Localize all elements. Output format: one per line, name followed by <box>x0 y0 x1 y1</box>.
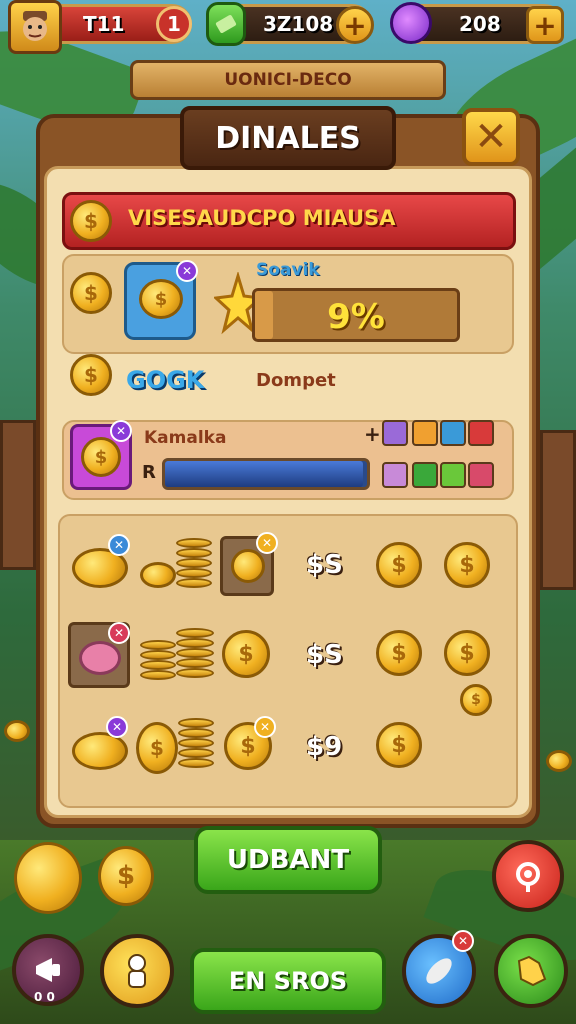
mana-fill <box>165 461 363 487</box>
progress-percent: 9% <box>327 297 385 337</box>
add-gems-button[interactable]: + <box>526 6 564 44</box>
offer-reward-coin-icon: $ <box>444 630 490 676</box>
mana-plus-icon: + <box>364 422 381 446</box>
collect-button-label: UDBANT <box>226 845 350 875</box>
mana-label: Kamalka <box>144 428 227 448</box>
booster-icon[interactable] <box>468 462 494 488</box>
secondary-button[interactable]: EN SROS <box>190 948 386 1014</box>
coin-shortcut-button[interactable] <box>14 842 82 914</box>
coin-stack-icon <box>140 562 176 588</box>
booster-icon[interactable] <box>440 462 466 488</box>
collect-button[interactable]: UDBANT <box>194 826 382 894</box>
offer-gem-badge: ✕ <box>256 532 278 554</box>
player-avatar-icon[interactable] <box>8 0 62 54</box>
map-button[interactable] <box>494 934 568 1008</box>
add-cash-plus: + <box>343 8 367 42</box>
offer-row[interactable]: ✕ $ $S $ $ $ <box>66 618 510 716</box>
offer-reward-coin-icon: $ <box>376 542 422 588</box>
mana-row-prefix: R <box>142 462 156 483</box>
cash-icon <box>206 2 246 46</box>
offer-price: $9 <box>306 732 343 762</box>
rocket-badge: ✕ <box>452 930 474 952</box>
secondary-button-label: EN SROS <box>228 967 348 995</box>
gem-icon <box>390 2 432 44</box>
offer-coin-icon: $ <box>136 722 178 774</box>
coin-row-icon: $ <box>70 354 112 396</box>
coin-stack-icon <box>178 718 214 770</box>
megaphone-icon <box>36 958 60 982</box>
offer-gem-badge: ✕ <box>108 622 130 644</box>
booster-icon[interactable] <box>440 420 466 446</box>
map-icon <box>517 955 547 987</box>
close-icon: ✕ <box>474 114 508 160</box>
lives-count: 1 <box>167 12 181 36</box>
booster-icon[interactable] <box>412 462 438 488</box>
booster-icon[interactable] <box>382 462 408 488</box>
add-gems-plus: + <box>533 8 557 42</box>
cash-value: 3Z108 <box>263 12 334 36</box>
offer-price: $S <box>306 640 343 670</box>
progress-label: Soavik <box>256 260 320 280</box>
target-button[interactable] <box>492 840 564 912</box>
coin-stack-icon <box>176 628 214 680</box>
coin-stack-icon <box>140 640 176 680</box>
offer-gem-badge: ✕ <box>108 534 130 556</box>
gems-value: 208 <box>459 12 501 36</box>
offer-coin-icon: $ <box>222 630 270 678</box>
hud-level-text: T11 <box>83 12 125 36</box>
mana-bar <box>162 458 370 490</box>
panel-title-plate: DINALES <box>180 106 396 170</box>
coin-stack-icon <box>176 538 212 590</box>
ribbon-text: VISESAUDCPO MIAUSA <box>128 206 396 230</box>
progress-coin-icon: $ <box>70 272 112 314</box>
ground-coin-icon <box>546 750 572 772</box>
add-cash-button[interactable]: + <box>336 6 374 44</box>
close-button[interactable]: ✕ <box>462 108 520 166</box>
offer-reward-coin-icon: $ <box>376 630 422 676</box>
ribbon-coin-icon: $ <box>70 200 112 242</box>
offer-gem-badge: ✕ <box>254 716 276 738</box>
mana-gem-badge: ✕ <box>110 420 132 442</box>
coin-row-label: Dompet <box>256 370 336 391</box>
character-icon <box>128 954 146 988</box>
event-banner-text: UONICI-DECO <box>224 70 352 90</box>
booster-icon[interactable] <box>382 420 408 446</box>
coin-shortcut-button[interactable]: $ <box>98 846 154 906</box>
offer-reward-coin-icon: $ <box>376 722 422 768</box>
ground-coin-icon <box>4 720 30 742</box>
booster-icon[interactable] <box>412 420 438 446</box>
coin-pack-gem-badge: ✕ <box>176 260 198 282</box>
coin-row-amount: GOGK <box>126 366 205 394</box>
character-button[interactable] <box>100 934 174 1008</box>
lives-badge: 1 <box>156 6 192 42</box>
booster-icon[interactable] <box>468 420 494 446</box>
offer-reward-coin-icon: $ <box>444 542 490 588</box>
rocket-icon <box>426 958 452 984</box>
event-banner: UONICI-DECO <box>130 60 446 100</box>
offer-price: $S <box>306 550 343 580</box>
target-icon <box>516 862 540 892</box>
offer-gem-badge: ✕ <box>106 716 128 738</box>
shop-nav-counter: 0 0 <box>34 990 55 1004</box>
offer-row[interactable]: ✕ ✕ $S $ $ <box>66 528 510 608</box>
offer-row[interactable]: ✕ $ $ ✕ $9 $ <box>66 708 510 788</box>
panel-title: DINALES <box>215 120 361 156</box>
